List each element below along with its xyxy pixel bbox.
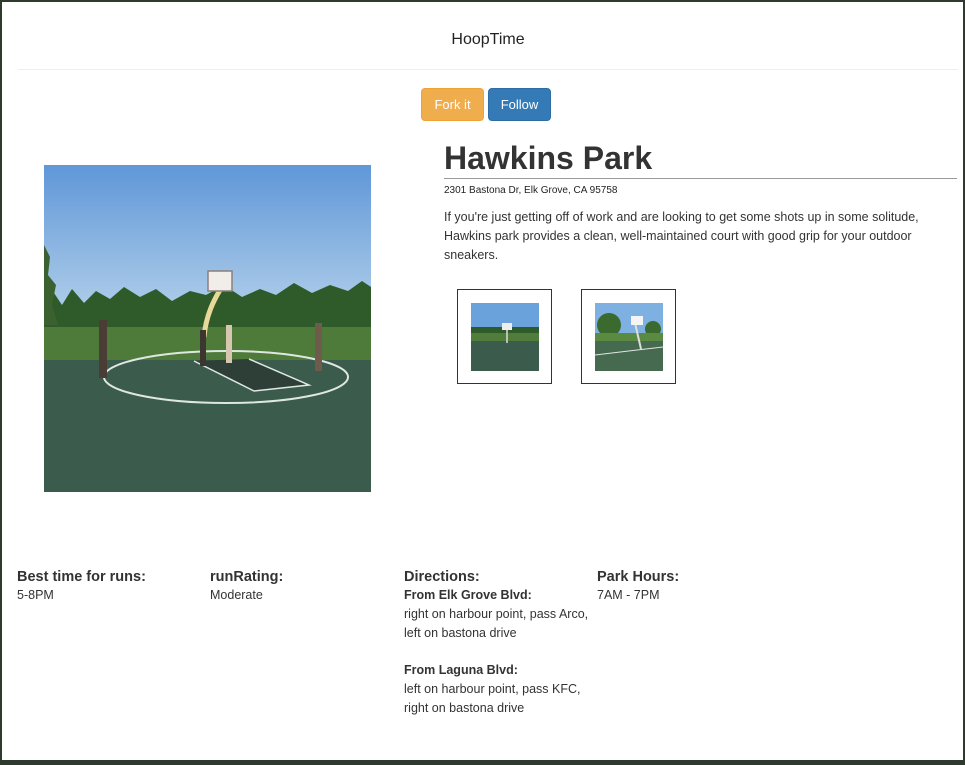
fork-button[interactable]: Fork it: [421, 88, 484, 121]
park-hours-label: Park Hours:: [597, 569, 680, 585]
court-photo: [44, 165, 371, 492]
run-rating-section: runRating: Moderate: [210, 568, 400, 605]
run-rating-value: Moderate: [210, 588, 263, 602]
park-title: Hawkins Park: [444, 138, 957, 179]
direction-from: From Laguna Blvd:: [404, 663, 518, 677]
park-hours-section: Park Hours: 7AM - 7PM: [597, 568, 787, 605]
park-description: If you're just getting off of work and a…: [444, 210, 919, 262]
best-time-section: Best time for runs: 5-8PM: [17, 568, 207, 605]
run-rating-label: runRating:: [210, 569, 284, 585]
best-time-label: Best time for runs:: [17, 569, 146, 585]
directions-section: Directions: From Elk Grove Blvd: right o…: [404, 568, 594, 718]
best-time-value: 5-8PM: [17, 588, 54, 602]
park-hours-value: 7AM - 7PM: [597, 588, 660, 602]
thumbnail-1[interactable]: [457, 289, 552, 384]
navbar: HoopTime: [18, 2, 958, 70]
page: HoopTime Fork it Follow Hawkins Park 230…: [2, 2, 963, 760]
thumbnail-2[interactable]: [581, 289, 676, 384]
follow-button[interactable]: Follow: [488, 88, 551, 121]
park-address: 2301 Bastona Dr, Elk Grove, CA 95758: [444, 185, 618, 196]
direction-text: right on harbour point, pass Arco, left …: [404, 607, 589, 640]
direction-text: left on harbour point, pass KFC, right o…: [404, 682, 581, 715]
directions-label: Directions:: [404, 569, 480, 585]
direction-from: From Elk Grove Blvd:: [404, 588, 532, 602]
brand-link[interactable]: HoopTime: [18, 31, 958, 49]
